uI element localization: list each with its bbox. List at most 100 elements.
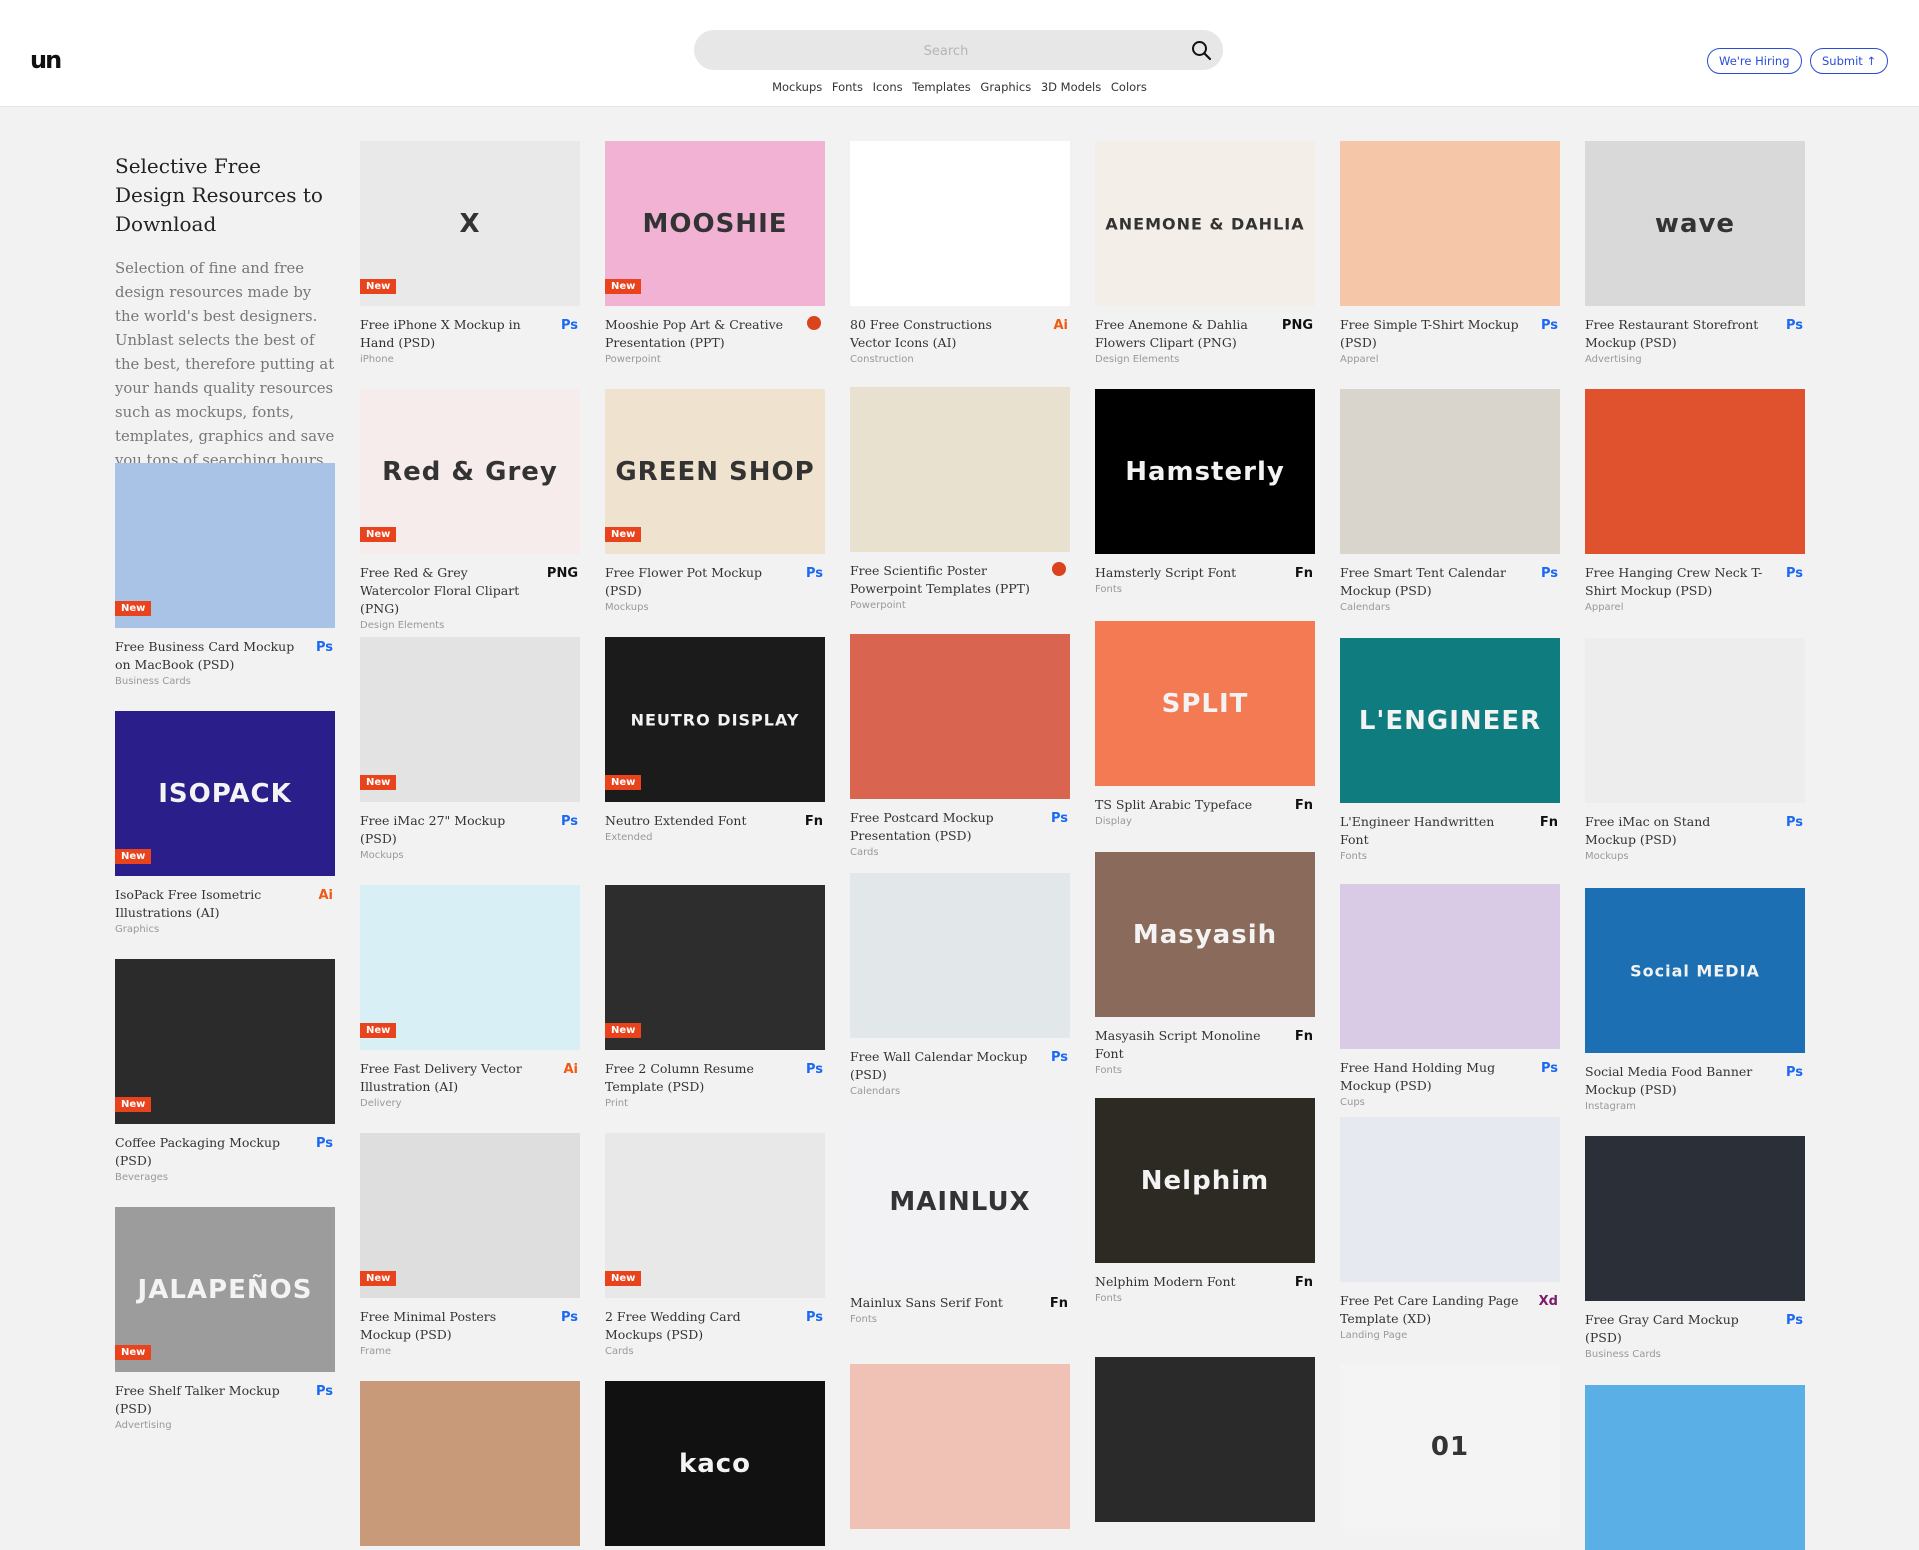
resource-thumbnail[interactable]	[1340, 389, 1560, 554]
resource-title[interactable]: TS Split Arabic Typeface	[1095, 796, 1275, 814]
resource-thumbnail[interactable]	[1585, 389, 1805, 554]
resource-card[interactable]: New Free Minimal Posters Mockup (PSD) Fram…	[360, 1133, 580, 1357]
resource-thumbnail[interactable]: Nelphim	[1095, 1098, 1315, 1263]
resource-thumbnail[interactable]	[850, 1364, 1070, 1529]
resource-thumbnail[interactable]: Hamsterly	[1095, 389, 1315, 554]
resource-category[interactable]: Powerpoint	[850, 600, 1030, 611]
submit-button[interactable]: Submit ↑	[1810, 48, 1889, 74]
resource-category[interactable]: Advertising	[1585, 354, 1765, 365]
resource-card[interactable]: ISOPACK New IsoPack Free Isometric Illustr…	[115, 711, 335, 935]
resource-thumbnail[interactable]: NEUTRO DISPLAY New	[605, 637, 825, 802]
resource-category[interactable]: Fonts	[1095, 1065, 1275, 1076]
resource-thumbnail[interactable]	[850, 873, 1070, 1038]
resource-category[interactable]: Display	[1095, 816, 1275, 827]
resource-thumbnail[interactable]: Social MEDIA	[1585, 888, 1805, 1053]
search-bar[interactable]	[694, 30, 1223, 72]
resource-card[interactable]: 01	[1340, 1364, 1560, 1529]
resource-category[interactable]: Cards	[605, 1346, 785, 1357]
resource-title[interactable]: Free Wall Calendar Mockup (PSD)	[850, 1048, 1030, 1084]
resource-card[interactable]: Free Wall Calendar Mockup (PSD) Calendars…	[850, 873, 1070, 1097]
resource-title[interactable]: Free Gray Card Mockup (PSD)	[1585, 1311, 1765, 1347]
resource-category[interactable]: Business Cards	[115, 676, 295, 687]
resource-card[interactable]: New Free 2 Column Resume Template (PSD) Pr…	[605, 885, 825, 1109]
resource-category[interactable]: Design Elements	[1095, 354, 1275, 365]
resource-title[interactable]: Free Shelf Talker Mockup (PSD)	[115, 1382, 295, 1418]
resource-category[interactable]: Fonts	[1095, 584, 1275, 595]
hiring-button[interactable]: We're Hiring	[1707, 48, 1802, 74]
resource-thumbnail[interactable]: ISOPACK New	[115, 711, 335, 876]
search-icon[interactable]	[1189, 38, 1213, 62]
resource-title[interactable]: Free Red & Grey Watercolor Floral Clipar…	[360, 564, 540, 618]
resource-title[interactable]: Free Hanging Crew Neck T-Shirt Mockup (P…	[1585, 564, 1765, 600]
resource-category[interactable]: Fonts	[1095, 1293, 1275, 1304]
resource-title[interactable]: Free 2 Column Resume Template (PSD)	[605, 1060, 785, 1096]
resource-title[interactable]: Coffee Packaging Mockup (PSD)	[115, 1134, 295, 1170]
site-logo[interactable]: un	[30, 46, 62, 74]
resource-category[interactable]: Advertising	[115, 1420, 295, 1431]
resource-category[interactable]: Apparel	[1585, 602, 1765, 613]
resource-title[interactable]: 2 Free Wedding Card Mockups (PSD)	[605, 1308, 785, 1344]
resource-title[interactable]: Free iMac 27" Mockup (PSD)	[360, 812, 540, 848]
nav-templates[interactable]: Templates	[912, 80, 970, 94]
resource-card[interactable]: 80 Free Constructions Vector Icons (AI) C…	[850, 141, 1070, 365]
nav-mockups[interactable]: Mockups	[772, 80, 822, 94]
resource-card[interactable]: New Free iMac 27" Mockup (PSD) Mockups Ps	[360, 637, 580, 861]
resource-card[interactable]: JALAPEÑOS New Free Shelf Talker Mockup (PS…	[115, 1207, 335, 1431]
resource-card[interactable]: Masyasih Masyasih Script Monoline Font Fon…	[1095, 852, 1315, 1076]
resource-thumbnail[interactable]	[1340, 141, 1560, 306]
resource-title[interactable]: Free Scientific Poster Powerpoint Templa…	[850, 562, 1030, 598]
resource-title[interactable]: IsoPack Free Isometric Illustrations (AI…	[115, 886, 295, 922]
resource-category[interactable]: Cups	[1340, 1097, 1520, 1108]
resource-title[interactable]: Free Restaurant Storefront Mockup (PSD)	[1585, 316, 1765, 352]
resource-thumbnail[interactable]: SPLIT	[1095, 621, 1315, 786]
resource-category[interactable]: Landing Page	[1340, 1330, 1520, 1341]
resource-title[interactable]: Hamsterly Script Font	[1095, 564, 1275, 582]
resource-title[interactable]: Free Smart Tent Calendar Mockup (PSD)	[1340, 564, 1520, 600]
resource-category[interactable]: Instagram	[1585, 1101, 1765, 1112]
resource-title[interactable]: Free Pet Care Landing Page Template (XD)	[1340, 1292, 1520, 1328]
resource-title[interactable]: Free Hand Holding Mug Mockup (PSD)	[1340, 1059, 1520, 1095]
resource-category[interactable]: Calendars	[1340, 602, 1520, 613]
resource-card[interactable]	[1095, 1357, 1315, 1522]
resource-category[interactable]: Frame	[360, 1346, 540, 1357]
resource-thumbnail[interactable]: L'ENGINEER	[1340, 638, 1560, 803]
resource-title[interactable]: Masyasih Script Monoline Font	[1095, 1027, 1275, 1063]
resource-thumbnail[interactable]: MAINLUX	[850, 1119, 1070, 1284]
resource-card[interactable]: MAINLUX Mainlux Sans Serif Font Fonts Fn	[850, 1119, 1070, 1325]
resource-thumbnail[interactable]	[360, 1381, 580, 1546]
resource-title[interactable]: Social Media Food Banner Mockup (PSD)	[1585, 1063, 1765, 1099]
resource-card[interactable]: Free Pet Care Landing Page Template (XD)…	[1340, 1117, 1560, 1341]
resource-card[interactable]: New Free Fast Delivery Vector Illustratio…	[360, 885, 580, 1109]
resource-thumbnail[interactable]	[1340, 1117, 1560, 1282]
resource-thumbnail[interactable]: GREEN SHOP New	[605, 389, 825, 554]
resource-card[interactable]: kaco	[605, 1381, 825, 1546]
resource-title[interactable]: Free Business Card Mockup on MacBook (PS…	[115, 638, 295, 674]
resource-category[interactable]: Fonts	[1340, 851, 1520, 862]
resource-card[interactable]: GREEN SHOP New Free Flower Pot Mockup (PSD…	[605, 389, 825, 613]
resource-thumbnail[interactable]	[1585, 1385, 1805, 1550]
resource-thumbnail[interactable]: JALAPEÑOS New	[115, 1207, 335, 1372]
resource-card[interactable]: Free iMac on Stand Mockup (PSD) Mockups Ps	[1585, 638, 1805, 862]
resource-category[interactable]: Construction	[850, 354, 1030, 365]
resource-card[interactable]: SPLIT TS Split Arabic Typeface Display Fn	[1095, 621, 1315, 827]
nav-graphics[interactable]: Graphics	[980, 80, 1031, 94]
resource-card[interactable]: Red & Grey New Free Red & Grey Watercolor …	[360, 389, 580, 631]
resource-title[interactable]: Free Anemone & Dahlia Flowers Clipart (P…	[1095, 316, 1275, 352]
resource-title[interactable]: Mooshie Pop Art & Creative Presentation …	[605, 316, 785, 352]
resource-thumbnail[interactable]	[850, 634, 1070, 799]
nav-fonts[interactable]: Fonts	[832, 80, 863, 94]
resource-category[interactable]: Powerpoint	[605, 354, 785, 365]
resource-card[interactable]: Free Hand Holding Mug Mockup (PSD) Cups Ps	[1340, 884, 1560, 1108]
resource-category[interactable]: Fonts	[850, 1314, 1030, 1325]
resource-thumbnail[interactable]	[1585, 1136, 1805, 1301]
resource-thumbnail[interactable]	[1095, 1357, 1315, 1522]
resource-thumbnail[interactable]	[1585, 638, 1805, 803]
resource-thumbnail[interactable]: New	[115, 959, 335, 1124]
resource-category[interactable]: Design Elements	[360, 620, 540, 631]
resource-thumbnail[interactable]: New	[115, 463, 335, 628]
resource-card[interactable]	[1585, 1385, 1805, 1550]
resource-card[interactable]: Nelphim Nelphim Modern Font Fonts Fn	[1095, 1098, 1315, 1304]
resource-category[interactable]: Business Cards	[1585, 1349, 1765, 1360]
resource-thumbnail[interactable]: New	[360, 885, 580, 1050]
resource-thumbnail[interactable]: X New	[360, 141, 580, 306]
